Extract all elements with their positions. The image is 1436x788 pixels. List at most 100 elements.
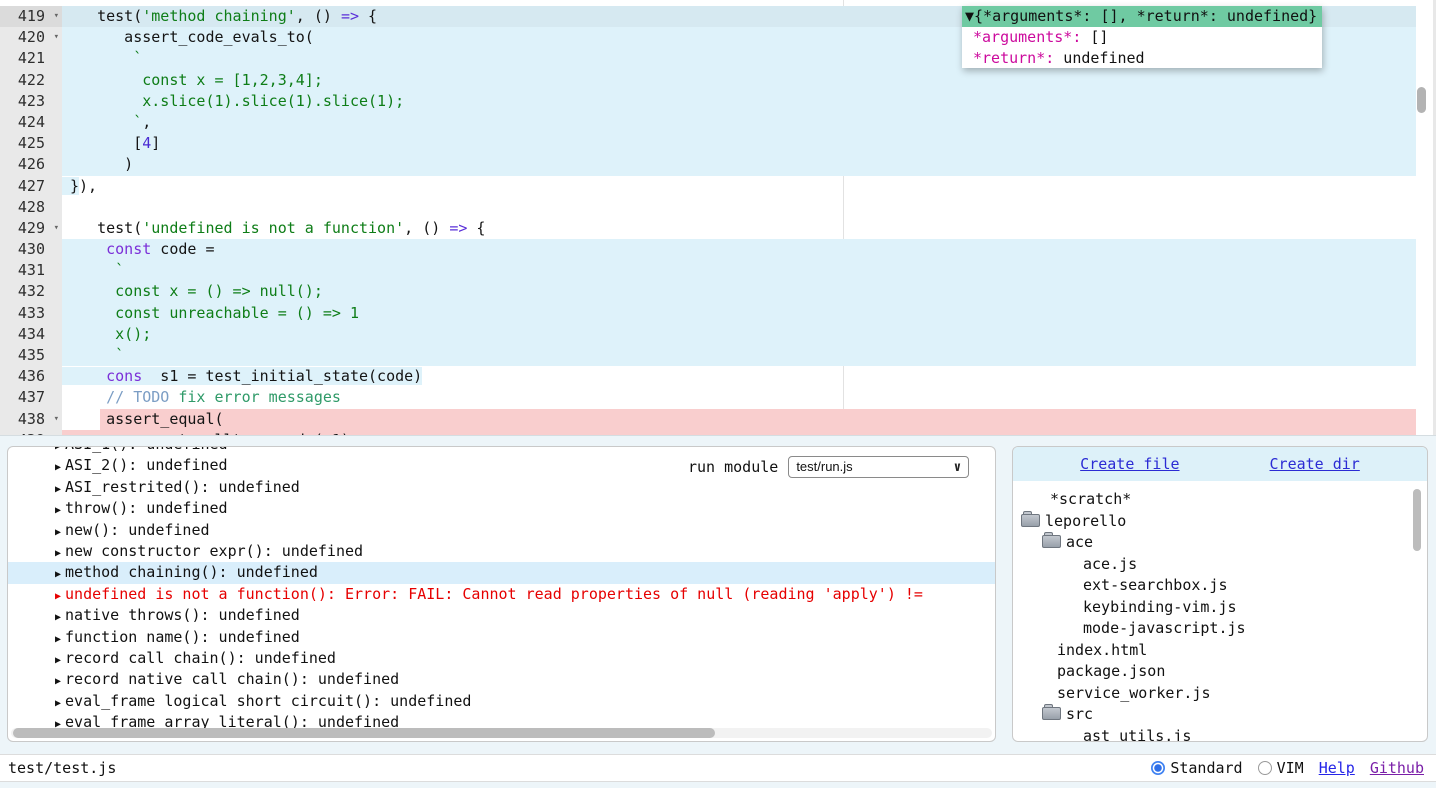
file-tree-item[interactable]: service_worker.js: [1013, 683, 1427, 705]
expand-arrow-icon[interactable]: ▶: [55, 591, 61, 602]
code-line[interactable]: 430 const code =: [0, 239, 1436, 260]
code-line-content[interactable]: const code =: [62, 239, 1416, 260]
test-result-row[interactable]: ▶eval_frame logical short circuit(): und…: [8, 691, 995, 712]
expand-arrow-icon[interactable]: ▶: [55, 548, 61, 559]
run-module-select[interactable]: test/run.js ∨: [788, 456, 969, 478]
test-result-row[interactable]: ▶ASI_restrited(): undefined: [8, 477, 995, 498]
code-line-content[interactable]: const s1 = test_initial_state(code): [62, 366, 1416, 387]
code-line[interactable]: 429▾ test('undefined is not a function',…: [0, 218, 1436, 239]
test-result-row[interactable]: ▶function name(): undefined: [8, 627, 995, 648]
file-tree-folder[interactable]: leporello: [1013, 511, 1427, 533]
test-result-row[interactable]: ▶method chaining(): undefined: [8, 562, 995, 583]
line-number[interactable]: 425: [0, 133, 62, 154]
create-file-link[interactable]: Create file: [1080, 455, 1179, 473]
fold-arrow-icon[interactable]: ▾: [54, 6, 59, 27]
line-number[interactable]: 438▾: [0, 409, 62, 430]
file-tree-item[interactable]: index.html: [1013, 640, 1427, 662]
value-inspector-popup[interactable]: ▼{*arguments*: [], *return*: undefined} …: [962, 6, 1322, 68]
editor-lines[interactable]: 419▾ test('method chaining', () => {420▾…: [0, 6, 1436, 436]
line-number[interactable]: 431: [0, 260, 62, 281]
radio-standard-icon[interactable]: [1151, 761, 1165, 775]
expand-arrow-icon[interactable]: ▶: [55, 569, 61, 580]
expand-arrow-icon[interactable]: ▶: [55, 612, 61, 623]
file-tree-item[interactable]: ace.js: [1013, 554, 1427, 576]
line-number[interactable]: 421: [0, 48, 62, 69]
code-line-content[interactable]: [4]: [62, 133, 1416, 154]
file-tree-item[interactable]: keybinding-vim.js: [1013, 597, 1427, 619]
line-number[interactable]: 424: [0, 112, 62, 133]
github-link[interactable]: Github: [1370, 759, 1424, 777]
fold-arrow-icon[interactable]: ▾: [54, 409, 59, 430]
code-line[interactable]: 427}),: [0, 176, 1436, 197]
code-line-content[interactable]: test('undefined is not a function', () =…: [62, 218, 1416, 239]
code-line[interactable]: 438▾ assert_equal(: [0, 409, 1436, 430]
code-line-content[interactable]: x();: [62, 324, 1416, 345]
expand-arrow-icon[interactable]: ▶: [55, 446, 61, 452]
code-line[interactable]: 425 [4]: [0, 133, 1436, 154]
line-number[interactable]: 422: [0, 70, 62, 91]
code-line-content[interactable]: `: [62, 345, 1416, 366]
line-number[interactable]: 423: [0, 91, 62, 112]
keybinding-vim-option[interactable]: VIM: [1258, 759, 1304, 777]
test-result-row[interactable]: ▶record call chain(): undefined: [8, 648, 995, 669]
line-number[interactable]: 436: [0, 366, 62, 387]
expand-arrow-icon[interactable]: ▶: [55, 698, 61, 709]
file-tree-item[interactable]: ext-searchbox.js: [1013, 575, 1427, 597]
editor-vertical-scrollbar-thumb[interactable]: [1417, 87, 1426, 113]
code-line[interactable]: 432 const x = () => null();: [0, 281, 1436, 302]
test-result-row[interactable]: ▶new(): undefined: [8, 520, 995, 541]
file-tree-folder[interactable]: src: [1013, 704, 1427, 726]
line-number[interactable]: 430: [0, 239, 62, 260]
file-tree-item[interactable]: mode-javascript.js: [1013, 618, 1427, 640]
fold-arrow-icon[interactable]: ▾: [54, 27, 59, 48]
code-line[interactable]: 439 assert_calltree_node(s1): [0, 430, 1436, 436]
expand-arrow-icon[interactable]: ▶: [55, 505, 61, 516]
create-dir-link[interactable]: Create dir: [1270, 455, 1360, 473]
line-number[interactable]: 428: [0, 197, 62, 218]
code-editor[interactable]: 419▾ test('method chaining', () => {420▾…: [0, 0, 1436, 436]
code-line[interactable]: 436 const s1 = test_initial_state(code): [0, 366, 1436, 387]
line-number[interactable]: 427: [0, 176, 62, 197]
test-results-panel[interactable]: ▶ASI_1(): undefined▶ASI_2(): undefined▶A…: [7, 446, 996, 742]
code-line-content[interactable]: assert_equal(: [62, 409, 1416, 430]
collapse-triangle-icon[interactable]: ▼: [965, 7, 974, 25]
code-line-content[interactable]: assert_calltree_node(s1): [62, 430, 1416, 436]
line-number[interactable]: 420▾: [0, 27, 62, 48]
code-line-content[interactable]: x.slice(1).slice(1).slice(1);: [62, 91, 1416, 112]
code-line-content[interactable]: `: [62, 260, 1416, 281]
line-number[interactable]: 419▾: [0, 6, 62, 27]
file-tree-folder[interactable]: ace: [1013, 532, 1427, 554]
code-line[interactable]: 423 x.slice(1).slice(1).slice(1);: [0, 91, 1436, 112]
expand-arrow-icon[interactable]: ▶: [55, 676, 61, 687]
file-tree-item[interactable]: package.json: [1013, 661, 1427, 683]
file-tree-item[interactable]: ast_utils.js: [1013, 726, 1427, 742]
code-line[interactable]: 435 `: [0, 345, 1436, 366]
fold-arrow-icon[interactable]: ▾: [54, 218, 59, 239]
line-number[interactable]: 429▾: [0, 218, 62, 239]
help-link[interactable]: Help: [1319, 759, 1355, 777]
line-number[interactable]: 426: [0, 154, 62, 175]
line-number[interactable]: 432: [0, 281, 62, 302]
results-horizontal-scrollbar-thumb[interactable]: [13, 728, 715, 738]
line-number[interactable]: 437: [0, 387, 62, 408]
radio-vim-icon[interactable]: [1258, 761, 1272, 775]
code-line-content[interactable]: `,: [62, 112, 1416, 133]
expand-arrow-icon[interactable]: ▶: [55, 462, 61, 473]
code-line[interactable]: 433 const unreachable = () => 1: [0, 303, 1436, 324]
code-line[interactable]: 424 `,: [0, 112, 1436, 133]
keybinding-standard-option[interactable]: Standard: [1151, 759, 1242, 777]
file-tree-list[interactable]: *scratch*leporelloaceace.jsext-searchbox…: [1013, 481, 1427, 741]
code-line[interactable]: 428: [0, 197, 1436, 218]
code-line-content[interactable]: // TODO fix error messages: [62, 387, 1416, 408]
line-number[interactable]: 434: [0, 324, 62, 345]
expand-arrow-icon[interactable]: ▶: [55, 634, 61, 645]
code-line-content[interactable]: const x = [1,2,3,4];: [62, 70, 1416, 91]
code-line[interactable]: 422 const x = [1,2,3,4];: [0, 70, 1436, 91]
code-line[interactable]: 434 x();: [0, 324, 1436, 345]
code-line[interactable]: 426 ): [0, 154, 1436, 175]
code-line-content[interactable]: const unreachable = () => 1: [62, 303, 1416, 324]
code-line[interactable]: 437 // TODO fix error messages: [0, 387, 1436, 408]
test-result-row[interactable]: ▶throw(): undefined: [8, 498, 995, 519]
test-result-row[interactable]: ▶native throws(): undefined: [8, 605, 995, 626]
test-result-row[interactable]: ▶undefined is not a function(): Error: F…: [8, 584, 995, 605]
